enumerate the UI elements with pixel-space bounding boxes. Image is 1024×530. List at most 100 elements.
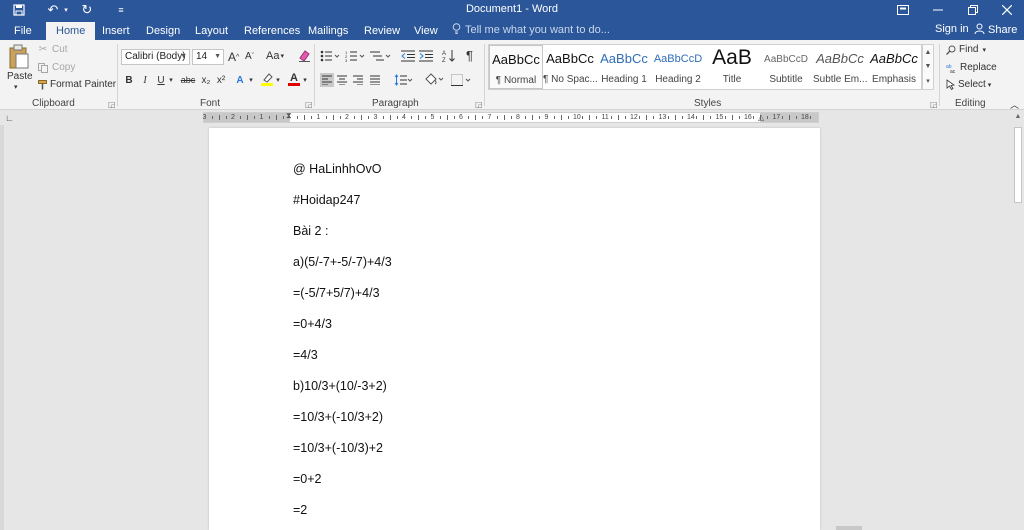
document-paragraph[interactable]: #Hoidap247 <box>293 193 360 207</box>
italic-button[interactable]: I <box>138 73 152 87</box>
grow-font-letter: A <box>228 50 237 64</box>
justify-button[interactable] <box>370 75 380 85</box>
highlight-button[interactable] <box>260 72 274 86</box>
scroll-up-icon[interactable]: ▲ <box>1012 111 1024 123</box>
document-paragraph[interactable]: =0+4/3 <box>293 317 332 331</box>
style-emphasis[interactable]: AaBbCc Emphasis <box>867 45 921 89</box>
align-left-button[interactable] <box>320 73 334 87</box>
shading-button[interactable] <box>424 73 444 86</box>
style-subtle-emphasis[interactable]: AaBbCc Subtle Em... <box>813 45 867 89</box>
clipboard-group-label: Clipboard <box>32 98 75 109</box>
close-icon[interactable] <box>990 0 1024 20</box>
highlight-dropdown-icon[interactable]: ▾ <box>274 73 282 87</box>
shrink-font-button[interactable]: Aˇ <box>245 51 254 62</box>
increase-indent-button[interactable] <box>419 50 433 62</box>
underline-button[interactable]: U <box>154 73 168 87</box>
paste-dropdown-icon[interactable]: ▾ <box>14 83 18 91</box>
document-paragraph[interactable]: a)(5/-7+-5/-7)+4/3 <box>293 255 392 269</box>
tab-mailings[interactable]: Mailings <box>300 22 356 40</box>
gallery-more-icon[interactable]: ▾ <box>926 77 930 85</box>
align-center-button[interactable] <box>337 75 347 85</box>
share-button[interactable]: Share <box>974 23 1017 37</box>
borders-button[interactable] <box>451 74 473 86</box>
format-painter-button[interactable]: Format Painter <box>37 79 116 90</box>
indent-marker-icon[interactable]: ⧗ <box>286 111 292 121</box>
sign-in-link[interactable]: Sign in <box>935 23 969 35</box>
gallery-down-icon[interactable]: ▼ <box>925 63 932 70</box>
style-normal[interactable]: AaBbCc ¶ Normal <box>489 45 543 89</box>
superscript-button[interactable]: x² <box>214 73 228 87</box>
tell-me-box[interactable]: Tell me what you want to do... <box>452 23 610 37</box>
show-formatting-button[interactable]: ¶ <box>466 48 473 63</box>
styles-dialog-launcher-icon[interactable]: ◲ <box>930 100 938 109</box>
font-name-combo[interactable]: Calibri (Body) ▼ <box>121 49 190 65</box>
font-color-button[interactable]: A <box>287 72 301 86</box>
style-heading-2[interactable]: AaBbCcD Heading 2 <box>651 45 705 89</box>
subscript-button[interactable]: x₂ <box>199 73 213 87</box>
right-indent-marker-icon[interactable]: △ <box>758 113 764 122</box>
numbering-button[interactable]: 123 <box>345 50 365 62</box>
document-paragraph[interactable]: =10/3+(-10/3)+2 <box>293 441 383 455</box>
tab-review[interactable]: Review <box>356 22 408 40</box>
font-dialog-launcher-icon[interactable]: ◲ <box>305 100 313 109</box>
text-effects-dropdown-icon[interactable]: ▾ <box>247 73 255 87</box>
align-right-button[interactable] <box>353 75 363 85</box>
strikethrough-button[interactable]: abc <box>179 73 197 87</box>
tab-design[interactable]: Design <box>138 22 188 40</box>
font-size-combo[interactable]: 14 ▼ <box>192 49 224 65</box>
document-paragraph[interactable]: =4/3 <box>293 348 318 362</box>
document-paragraph[interactable]: b)10/3+(10/-3+2) <box>293 379 387 393</box>
document-page[interactable]: @ HaLinhhOvO #Hoidap247 Bài 2 : a)(5/-7+-5/… <box>209 128 820 530</box>
document-paragraph[interactable]: @ HaLinhhOvO <box>293 162 381 176</box>
vertical-scrollbar[interactable]: ▲ <box>1012 111 1024 530</box>
replace-button[interactable]: ab ac Replace <box>946 62 997 73</box>
ribbon-display-options-icon[interactable] <box>886 0 920 20</box>
find-button[interactable]: Find ▾ <box>946 44 986 55</box>
copy-button[interactable]: Copy <box>37 62 75 73</box>
tab-view[interactable]: View <box>406 22 446 40</box>
tab-references[interactable]: References <box>236 22 308 40</box>
scrollbar-thumb[interactable] <box>1014 127 1022 203</box>
decrease-indent-button[interactable] <box>401 50 415 62</box>
minimize-icon[interactable] <box>921 0 955 20</box>
document-paragraph[interactable]: =0+2 <box>293 472 322 486</box>
underline-dropdown-icon[interactable]: ▾ <box>167 73 175 87</box>
tab-insert[interactable]: Insert <box>94 22 138 40</box>
change-case-button[interactable]: Aa ▾ <box>266 50 284 62</box>
restore-icon[interactable] <box>956 0 990 20</box>
paste-button[interactable] <box>7 44 31 70</box>
grow-font-button[interactable]: A ^ <box>228 50 239 64</box>
bullets-button[interactable] <box>320 50 340 62</box>
document-paragraph[interactable]: =2 <box>293 503 307 517</box>
horizontal-scroll-thumb[interactable] <box>836 526 862 530</box>
document-paragraph[interactable]: Bài 2 : <box>293 224 328 238</box>
group-separator <box>939 44 940 106</box>
tab-home[interactable]: Home <box>46 22 96 40</box>
clipboard-dialog-launcher-icon[interactable]: ◲ <box>108 100 116 109</box>
tell-me-placeholder: Tell me what you want to do... <box>465 24 610 36</box>
font-color-dropdown-icon[interactable]: ▾ <box>301 73 309 87</box>
copy-icon <box>37 62 49 73</box>
tab-selector-icon[interactable]: ∟ <box>5 113 14 123</box>
tab-file[interactable]: File <box>6 22 40 40</box>
multilevel-list-button[interactable] <box>370 50 392 62</box>
gallery-up-icon[interactable]: ▲ <box>925 49 932 56</box>
style-subtitle[interactable]: AaBbCcD Subtitle <box>759 45 813 89</box>
document-paragraph[interactable]: =10/3+(-10/3+2) <box>293 410 383 424</box>
line-spacing-button[interactable] <box>393 74 413 86</box>
collapse-ribbon-icon[interactable]: ︿ <box>1010 98 1019 111</box>
style-heading-1[interactable]: AaBbCc Heading 1 <box>597 45 651 89</box>
paragraph-dialog-launcher-icon[interactable]: ◲ <box>475 100 483 109</box>
sort-button[interactable]: AZ <box>442 49 456 62</box>
cut-button[interactable]: ✂ Cut <box>37 44 68 55</box>
document-paragraph[interactable]: =(-5/7+5/7)+4/3 <box>293 286 380 300</box>
select-button[interactable]: Select ▾ <box>946 79 991 90</box>
style-no-spacing[interactable]: AaBbCc ¶ No Spac... <box>543 45 597 89</box>
text-effects-button[interactable]: A <box>233 73 247 87</box>
clear-formatting-button[interactable] <box>298 49 311 62</box>
horizontal-ruler[interactable]: 3 2 1 1 2 3 4 5 6 7 8 9 10 11 12 13 14 15 16 17 18 ⧗ △ <box>203 111 819 123</box>
style-title[interactable]: AaB Title <box>705 45 759 89</box>
bold-button[interactable]: B <box>122 73 136 87</box>
share-label: Share <box>988 24 1018 36</box>
tab-layout[interactable]: Layout <box>187 22 236 40</box>
